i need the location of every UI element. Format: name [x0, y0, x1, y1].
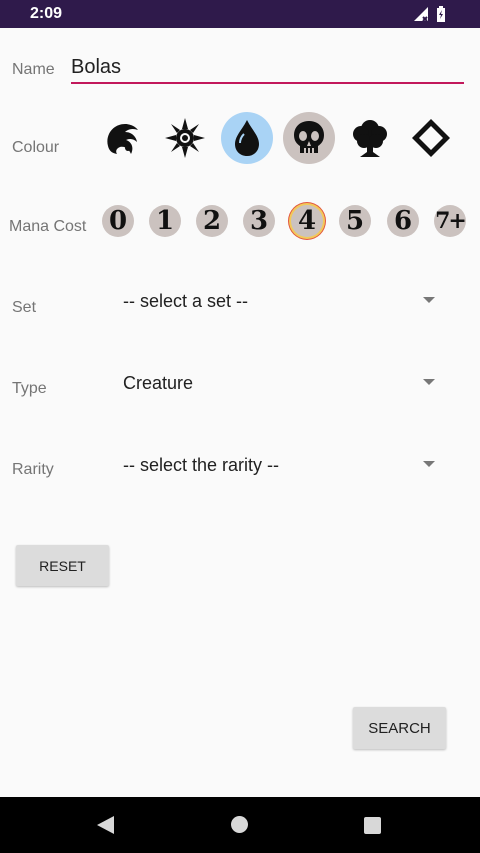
dropdown-arrow-icon — [423, 297, 435, 303]
mana-cost-1[interactable]: 1 — [149, 205, 181, 237]
dropdown-arrow-icon — [423, 461, 435, 467]
recent-apps-icon[interactable] — [364, 817, 381, 834]
white-mana-icon[interactable] — [159, 112, 211, 164]
type-dropdown[interactable]: Creature — [123, 366, 443, 400]
search-button[interactable]: SEARCH — [353, 707, 446, 749]
red-mana-icon[interactable] — [98, 112, 150, 164]
back-icon[interactable] — [97, 816, 114, 834]
dropdown-arrow-icon — [423, 379, 435, 385]
rarity-selected-value: -- select the rarity -- — [123, 454, 280, 475]
mana-cost-selector: 0 1 2 3 4 5 6 7+ — [100, 202, 470, 242]
blue-mana-icon[interactable] — [221, 112, 273, 164]
mana-cost-4[interactable]: 4 — [291, 205, 323, 237]
name-input[interactable] — [71, 52, 464, 84]
set-label: Set — [12, 299, 37, 316]
black-mana-icon[interactable] — [283, 112, 335, 164]
mana-cost-2[interactable]: 2 — [196, 205, 228, 237]
rarity-dropdown[interactable]: -- select the rarity -- — [123, 448, 443, 482]
navigation-bar — [0, 797, 480, 853]
reset-button[interactable]: RESET — [16, 545, 109, 586]
colour-label: Colour — [12, 139, 60, 156]
mana-cost-label: Mana Cost — [9, 218, 87, 235]
name-label: Name — [12, 61, 55, 78]
green-mana-icon[interactable] — [344, 112, 396, 164]
mana-cost-6[interactable]: 6 — [387, 205, 419, 237]
cell-signal-icon — [414, 7, 428, 22]
mana-cost-0[interactable]: 0 — [102, 205, 134, 237]
type-label: Type — [12, 380, 47, 397]
rarity-label: Rarity — [12, 461, 54, 478]
status-time: 2:09 — [30, 5, 63, 22]
home-icon[interactable] — [231, 816, 248, 833]
colorless-mana-icon[interactable] — [405, 112, 457, 164]
mana-cost-5[interactable]: 5 — [339, 205, 371, 237]
set-dropdown[interactable]: -- select a set -- — [123, 284, 443, 318]
colour-selector — [98, 112, 468, 166]
mana-cost-7-plus[interactable]: 7+ — [434, 205, 467, 237]
status-icons — [412, 6, 452, 22]
battery-icon — [437, 6, 445, 22]
status-bar: 2:09 — [0, 0, 480, 28]
mana-cost-3[interactable]: 3 — [243, 205, 275, 237]
set-selected-value: -- select a set -- — [123, 290, 249, 311]
type-selected-value: Creature — [123, 372, 194, 393]
